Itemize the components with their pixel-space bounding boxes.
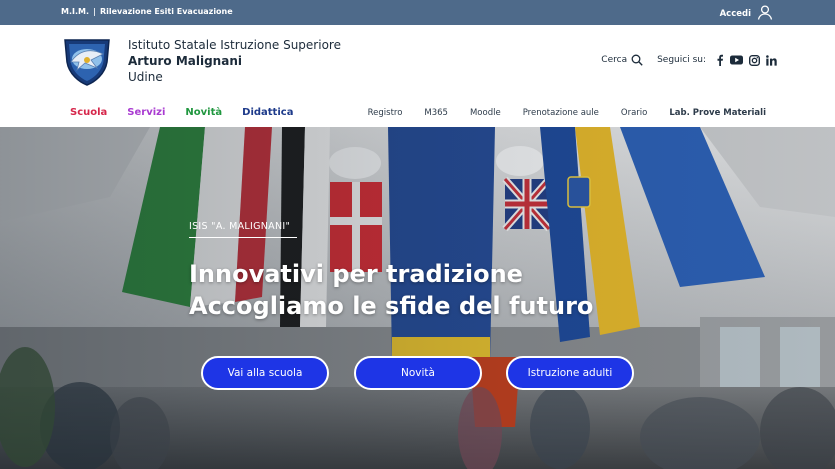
site-header: Istituto Statale Istruzione Superiore Ar… bbox=[0, 25, 835, 127]
top-utility-bar: M.I.M. | Rilevazione Esiti Evacuazione A… bbox=[0, 0, 835, 25]
school-name[interactable]: Istituto Statale Istruzione Superiore Ar… bbox=[128, 37, 341, 85]
nav-link-registro[interactable]: Registro bbox=[368, 108, 403, 118]
evacuation-link[interactable]: Rilevazione Esiti Evacuazione bbox=[100, 7, 233, 16]
school-name-line3: Udine bbox=[128, 70, 163, 84]
social-links: Seguici su: bbox=[657, 54, 777, 66]
vai-alla-scuola-button[interactable]: Vai alla scuola bbox=[201, 356, 329, 390]
hero-kicker: ISIS "A. MALIGNANI" bbox=[189, 221, 297, 238]
nav-item-servizi[interactable]: Servizi bbox=[127, 107, 165, 118]
header-tools: Cerca Seguici su: bbox=[601, 54, 777, 66]
hero-banner: ISIS "A. MALIGNANI" Innovativi per tradi… bbox=[0, 127, 835, 469]
search-button[interactable]: Cerca bbox=[601, 54, 643, 66]
nav-item-scuola[interactable]: Scuola bbox=[70, 107, 107, 118]
hero-headline-line1: Innovativi per tradizione bbox=[189, 260, 523, 288]
facebook-icon[interactable] bbox=[716, 54, 724, 66]
nav-item-didattica[interactable]: Didattica bbox=[242, 107, 293, 118]
login-button[interactable]: Accedi bbox=[720, 4, 773, 23]
school-name-line1: Istituto Statale Istruzione Superiore bbox=[128, 38, 341, 52]
nav-link-lab-prove-materiali[interactable]: Lab. Prove Materiali bbox=[669, 108, 766, 118]
login-label: Accedi bbox=[719, 8, 751, 19]
secondary-navigation: Registro M365 Moodle Prenotazione aule O… bbox=[368, 108, 766, 118]
hero-headline-line2: Accogliamo le sfide del futuro bbox=[189, 292, 594, 320]
main-navigation: Scuola Servizi Novità Didattica bbox=[70, 107, 293, 118]
novita-button[interactable]: Novità bbox=[354, 356, 482, 390]
search-label: Cerca bbox=[601, 55, 628, 65]
follow-label: Seguici su: bbox=[657, 55, 706, 65]
school-name-line2: Arturo Malignani bbox=[128, 54, 242, 68]
istruzione-adulti-button[interactable]: Istruzione adulti bbox=[506, 356, 634, 390]
search-icon bbox=[631, 54, 643, 66]
nav-link-orario[interactable]: Orario bbox=[621, 108, 647, 118]
topbar-separator: | bbox=[93, 7, 96, 16]
school-logo[interactable] bbox=[61, 36, 113, 86]
nav-link-prenotazione-aule[interactable]: Prenotazione aule bbox=[523, 108, 599, 118]
hero-headline: Innovativi per tradizione Accogliamo le … bbox=[189, 258, 593, 322]
nav-link-m365[interactable]: M365 bbox=[424, 108, 448, 118]
instagram-icon[interactable] bbox=[749, 54, 760, 66]
nav-link-moodle[interactable]: Moodle bbox=[470, 108, 501, 118]
user-icon bbox=[757, 4, 773, 23]
nav-item-novita[interactable]: Novità bbox=[185, 107, 222, 118]
youtube-icon[interactable] bbox=[730, 55, 743, 65]
linkedin-icon[interactable] bbox=[766, 54, 777, 66]
mim-link[interactable]: M.I.M. bbox=[61, 7, 89, 16]
topbar-links: M.I.M. | Rilevazione Esiti Evacuazione bbox=[61, 7, 233, 16]
